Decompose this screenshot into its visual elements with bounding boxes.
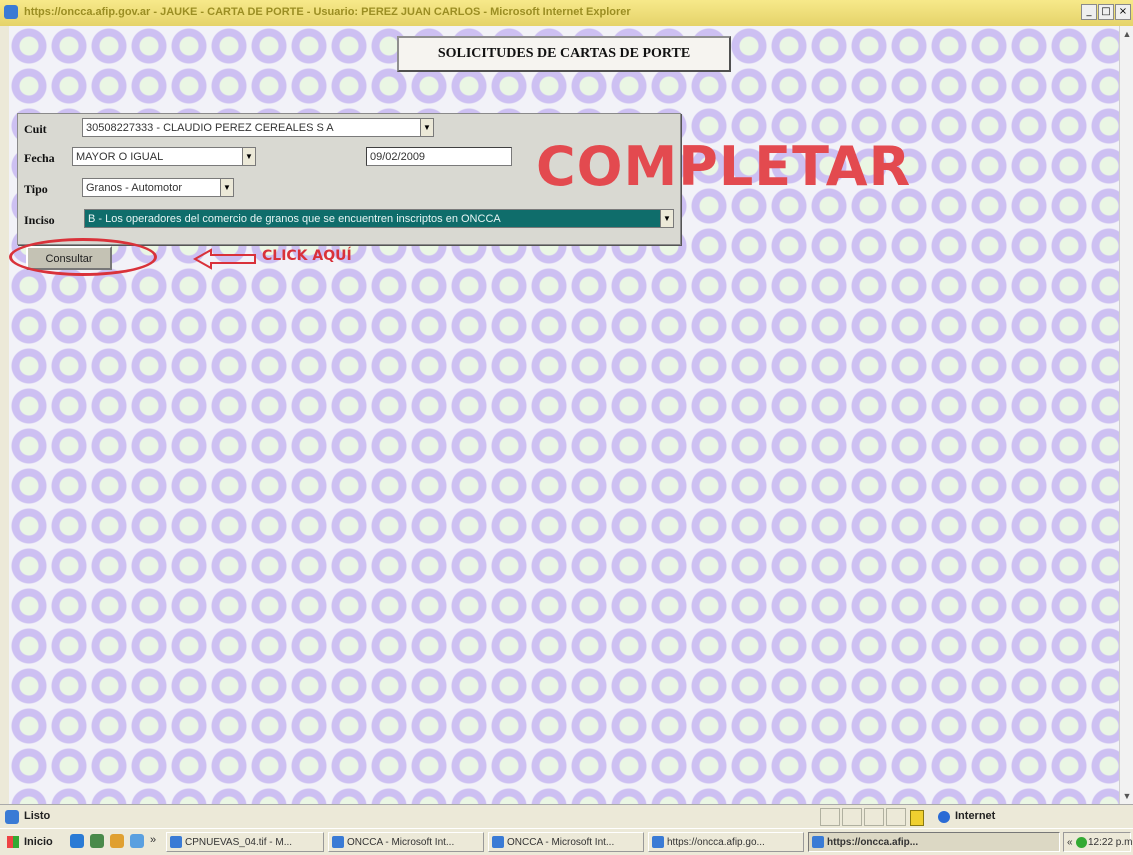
quicklaunch-overflow[interactable]: » — [150, 834, 156, 846]
inciso-select-value: B - Los operadores del comercio de grano… — [88, 213, 501, 225]
tray-expand-button[interactable]: « — [1067, 833, 1073, 853]
taskbar-item[interactable]: ONCCA - Microsoft Int... — [488, 832, 644, 852]
image-viewer-icon — [170, 836, 182, 848]
inciso-row: Inciso B - Los operadores del comercio d… — [22, 209, 676, 233]
fecha-date-input[interactable]: 09/02/2009 — [366, 147, 512, 166]
window-controls: _ □ × — [1081, 4, 1131, 20]
inciso-select[interactable]: B - Los operadores del comercio de grano… — [84, 209, 674, 228]
fecha-label: Fecha — [24, 151, 55, 165]
internet-explorer-icon — [652, 836, 664, 848]
clock[interactable]: 12:22 p.m. — [1088, 837, 1133, 848]
status-cell — [842, 808, 862, 826]
close-button[interactable]: × — [1115, 4, 1131, 20]
chevron-down-icon[interactable]: ▼ — [660, 210, 673, 227]
cuit-select[interactable]: 30508227333 - CLAUDIO PEREZ CEREALES S A… — [82, 118, 434, 137]
folder-quicklaunch-icon[interactable] — [110, 834, 124, 848]
network-icon[interactable] — [1076, 837, 1087, 848]
window-left-border — [0, 26, 9, 804]
chevron-down-icon[interactable]: ▼ — [242, 148, 255, 165]
minimize-button[interactable]: _ — [1081, 4, 1097, 20]
tipo-select[interactable]: Granos - Automotor ▼ — [82, 178, 234, 197]
status-cell — [820, 808, 840, 826]
highlight-oval — [9, 238, 157, 276]
page-done-icon — [5, 810, 19, 824]
internet-explorer-icon — [492, 836, 504, 848]
click-here-label: CLICK AQUÍ — [262, 248, 352, 264]
internet-explorer-icon — [812, 836, 824, 848]
windows-flag-icon — [7, 836, 19, 848]
scroll-down-arrow-icon[interactable]: ▼ — [1120, 788, 1133, 804]
taskbar-item[interactable]: CPNUEVAS_04.tif - M... — [166, 832, 324, 852]
page-title: SOLICITUDES DE CARTAS DE PORTE — [397, 36, 731, 72]
internet-explorer-icon — [332, 836, 344, 848]
taskbar-item-label: CPNUEVAS_04.tif - M... — [185, 837, 293, 848]
desktop-quicklaunch-icon[interactable] — [130, 834, 144, 848]
taskbar-item-label: https://oncca.afip... — [827, 837, 919, 848]
taskbar-item-label: https://oncca.afip.go... — [667, 837, 765, 848]
scroll-up-arrow-icon[interactable]: ▲ — [1120, 26, 1133, 42]
cuit-label: Cuit — [24, 122, 47, 136]
start-button[interactable]: Inicio — [4, 832, 57, 852]
taskbar-item-label: ONCCA - Microsoft Int... — [347, 837, 455, 848]
start-label: Inicio — [24, 836, 53, 848]
taskbar-item[interactable]: ONCCA - Microsoft Int... — [328, 832, 484, 852]
window-title-bar[interactable]: https://oncca.afip.gov.ar - JAUKE - CART… — [0, 0, 1133, 27]
globe-icon — [938, 811, 950, 823]
left-arrow-icon — [193, 248, 256, 270]
status-cells — [820, 808, 906, 826]
chevron-down-icon[interactable]: ▼ — [220, 179, 233, 196]
status-cell — [886, 808, 906, 826]
fecha-operator-select[interactable]: MAYOR O IGUAL ▼ — [72, 147, 256, 166]
status-cell — [864, 808, 884, 826]
system-tray: « 12:22 p.m. — [1063, 832, 1133, 853]
security-zone-label: Internet — [955, 810, 996, 822]
lock-icon[interactable] — [910, 810, 924, 826]
browser-quicklaunch-icon[interactable] — [70, 834, 84, 848]
fecha-operator-value: MAYOR O IGUAL — [76, 151, 164, 163]
status-bar: Listo Internet — [0, 804, 1133, 829]
complete-annotation: COMPLETAR — [536, 135, 912, 198]
maximize-button[interactable]: □ — [1098, 4, 1114, 20]
tipo-select-value: Granos - Automotor — [86, 182, 182, 194]
cuit-select-value: 30508227333 - CLAUDIO PEREZ CEREALES S A — [86, 122, 334, 134]
taskbar-item[interactable]: https://oncca.afip.go... — [648, 832, 804, 852]
window-title: https://oncca.afip.gov.ar - JAUKE - CART… — [24, 6, 631, 18]
internet-explorer-icon — [4, 5, 18, 19]
taskbar: Inicio » CPNUEVAS_04.tif - M... ONCCA - … — [0, 828, 1133, 855]
media-quicklaunch-icon[interactable] — [90, 834, 104, 848]
tipo-label: Tipo — [24, 182, 48, 196]
taskbar-item-label: ONCCA - Microsoft Int... — [507, 837, 615, 848]
vertical-scrollbar[interactable]: ▲ ▼ — [1119, 26, 1133, 804]
taskbar-item-active[interactable]: https://oncca.afip... — [808, 832, 1060, 852]
status-text: Listo — [24, 810, 51, 822]
inciso-label: Inciso — [24, 213, 55, 227]
chevron-down-icon[interactable]: ▼ — [420, 119, 433, 136]
